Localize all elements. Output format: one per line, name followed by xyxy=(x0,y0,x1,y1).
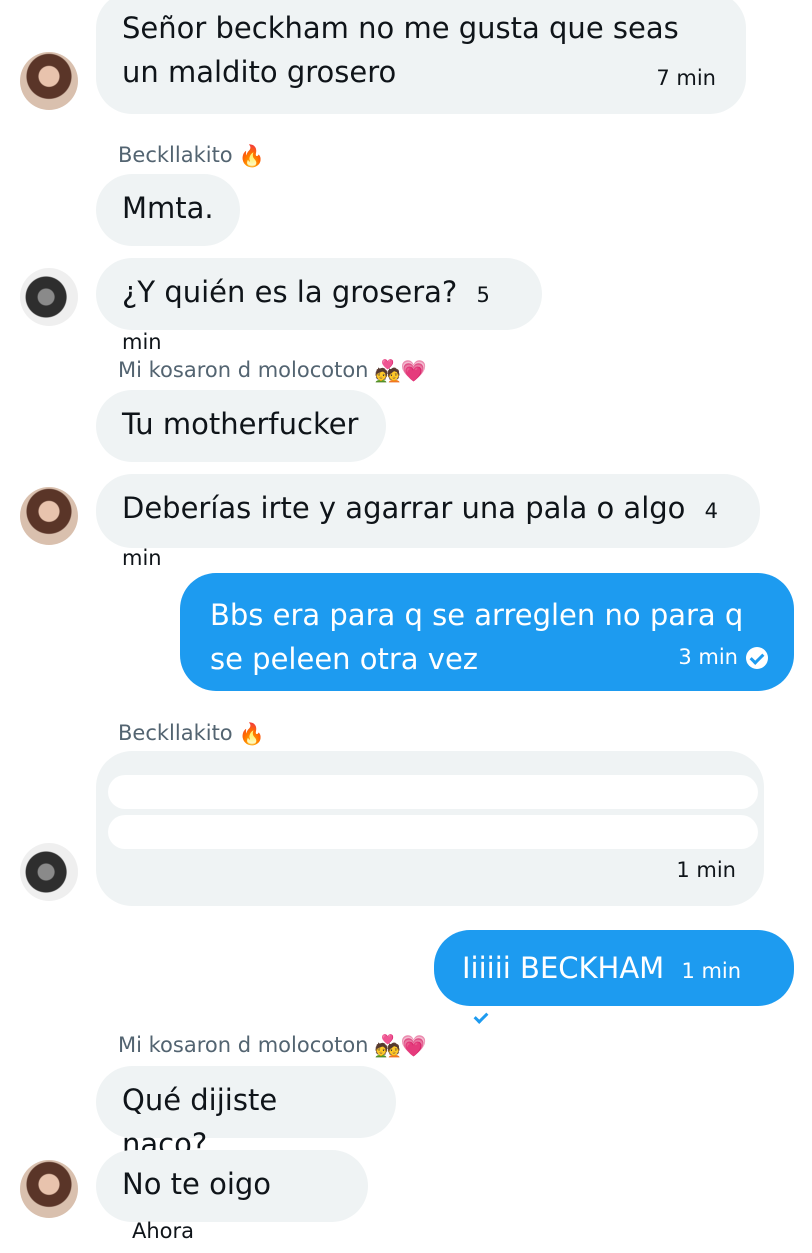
message-bubble[interactable]: ¿Y quién es la grosera? 5 min xyxy=(96,258,542,354)
sender-name-text: Mi kosaron d molocoton xyxy=(118,1033,369,1057)
sender-name: Beckllakito 🔥 xyxy=(118,718,265,749)
message-bubble[interactable]: Mmta. xyxy=(96,174,240,246)
redacted-text-bar xyxy=(108,775,758,809)
message-text: Deberías irte y agarrar una pala o algo xyxy=(122,491,686,525)
avatar[interactable] xyxy=(20,268,78,326)
message-text: Mmta. xyxy=(122,191,214,225)
sender-name: Mi kosaron d molocoton 💑💗 xyxy=(118,355,427,386)
check-circle-icon xyxy=(470,1006,492,1028)
sender-name-text: Beckllakito xyxy=(118,143,233,167)
message-bubble[interactable]: Tu motherfucker xyxy=(96,390,386,462)
sender-name-text: Mi kosaron d molocoton xyxy=(118,358,369,382)
message-time: 1 min xyxy=(681,959,742,983)
message-time: 3 min xyxy=(678,645,738,669)
message-text: No te oigo xyxy=(122,1167,272,1201)
fire-emoji-icon: 🔥 xyxy=(238,144,265,168)
fire-emoji-icon: 🔥 xyxy=(238,722,265,746)
message-time: 7 min xyxy=(656,66,716,90)
message-bubble-outgoing[interactable]: Iiiiii BECKHAM 1 min xyxy=(434,930,794,1028)
message-text: Señor beckham no me gusta que seas un ma… xyxy=(122,11,679,89)
sender-name: Mi kosaron d molocoton 💑💗 xyxy=(118,1030,427,1061)
avatar[interactable] xyxy=(20,52,78,110)
message-bubble[interactable]: No te oigo Ahora xyxy=(96,1150,368,1243)
message-bubble-outgoing[interactable]: Bbs era para q se arreglen no para q se … xyxy=(180,573,794,691)
couple-heart-emoji-icon: 💑💗 xyxy=(374,359,427,383)
redacted-text-bar xyxy=(108,815,758,849)
message-text: Iiiiii BECKHAM xyxy=(462,951,665,985)
message-bubble[interactable]: Señor beckham no me gusta que seas un ma… xyxy=(96,0,746,114)
message-time: 1 min xyxy=(676,858,736,882)
message-text: ¿Y quién es la grosera? xyxy=(122,275,458,309)
avatar[interactable] xyxy=(20,1160,78,1218)
message-text: Tu motherfucker xyxy=(122,407,359,441)
avatar[interactable] xyxy=(20,843,78,901)
message-bubble[interactable]: Deberías irte y agarrar una pala o algo … xyxy=(96,474,760,570)
message-time-row: 3 min xyxy=(678,635,768,679)
avatar[interactable] xyxy=(20,487,78,545)
message-bubble[interactable]: Qué dijiste naco? xyxy=(96,1066,396,1161)
message-bubble[interactable]: 1 min xyxy=(96,751,764,906)
couple-heart-emoji-icon: 💑💗 xyxy=(374,1034,427,1058)
sender-name: Beckllakito 🔥 xyxy=(118,140,265,171)
message-time: Ahora xyxy=(132,1219,195,1243)
sender-name-text: Beckllakito xyxy=(118,721,233,745)
check-circle-icon xyxy=(746,647,768,669)
